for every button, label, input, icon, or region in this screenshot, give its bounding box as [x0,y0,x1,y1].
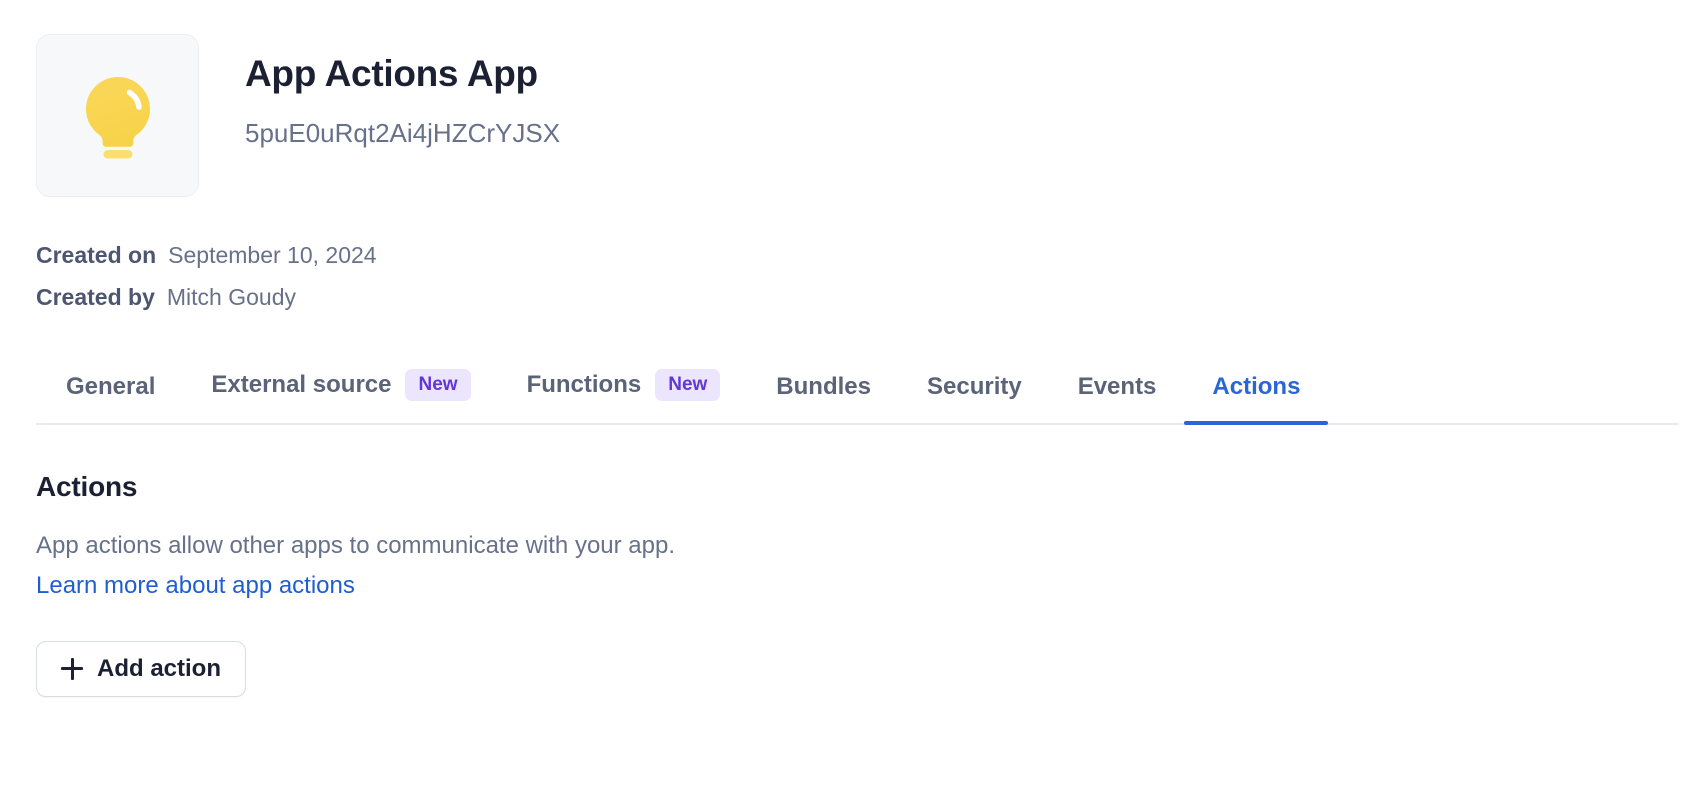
tab-functions[interactable]: Functions New [499,369,749,423]
tab-label: External source [211,371,391,399]
actions-section: Actions App actions allow other apps to … [36,471,1700,697]
tab-bundles[interactable]: Bundles [748,373,899,423]
tab-events[interactable]: Events [1050,373,1185,423]
tab-badge-new: New [655,369,720,401]
tab-bar: General External source New Functions Ne… [36,369,1679,425]
tab-label: Security [927,373,1022,401]
tab-security[interactable]: Security [899,373,1050,423]
plus-icon [61,658,83,680]
tab-bar-divider [36,423,1679,425]
tab-list: General External source New Functions Ne… [36,369,1679,423]
add-action-button-label: Add action [97,655,221,683]
tab-general[interactable]: General [36,373,183,423]
tab-label: Events [1078,373,1157,401]
meta-row-created-on: Created on September 10, 2024 [36,241,1700,271]
page-title: App Actions App [245,54,560,95]
section-description: App actions allow other apps to communic… [36,531,1700,561]
created-on-value: September 10, 2024 [168,241,376,271]
tab-badge-new: New [405,369,470,401]
section-title: Actions [36,471,1700,503]
tab-label: General [66,373,155,401]
meta-row-created-by: Created by Mitch Goudy [36,283,1700,313]
tab-external-source[interactable]: External source New [183,369,498,423]
created-by-label: Created by [36,283,155,313]
lightbulb-icon [77,73,159,159]
tab-actions[interactable]: Actions [1184,373,1328,423]
add-action-button[interactable]: Add action [36,641,246,697]
app-metadata: Created on September 10, 2024 Created by… [36,241,1700,313]
app-id: 5puE0uRqt2Ai4jHZCrYJSX [245,119,560,148]
created-by-value: Mitch Goudy [167,283,296,313]
app-heading: App Actions App 5puE0uRqt2Ai4jHZCrYJSX [245,34,560,147]
learn-more-link[interactable]: Learn more about app actions [36,571,355,601]
tab-label: Bundles [776,373,871,401]
tab-label: Actions [1212,373,1300,401]
app-logo-tile [36,34,199,197]
app-header: App Actions App 5puE0uRqt2Ai4jHZCrYJSX [36,34,1700,197]
actions-toolbar: Add action [36,641,1700,697]
tab-label: Functions [527,371,642,399]
app-detail-page: App Actions App 5puE0uRqt2Ai4jHZCrYJSX C… [0,0,1700,806]
created-on-label: Created on [36,241,156,271]
